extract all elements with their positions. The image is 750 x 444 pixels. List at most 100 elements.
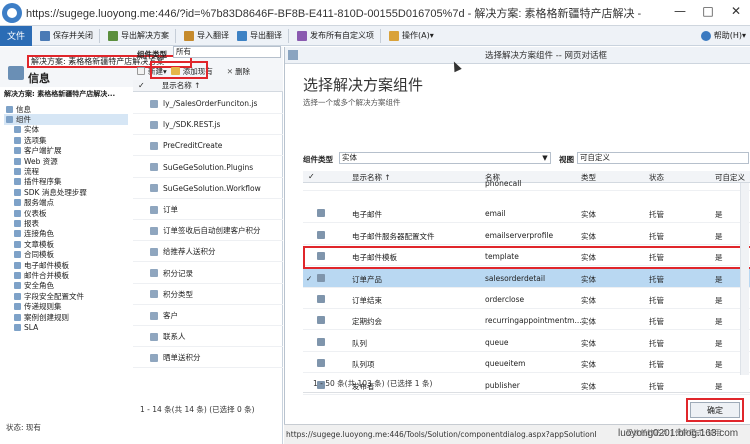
component-type-select[interactable]: 所有 bbox=[173, 46, 281, 58]
nav-item-5[interactable]: Web 资源 bbox=[4, 156, 128, 166]
nav-item-icon bbox=[6, 116, 13, 124]
component-row[interactable]: 联系人 bbox=[133, 327, 283, 348]
nav-item-21[interactable]: SLA bbox=[4, 322, 128, 332]
dialog-row[interactable]: 队列 queue 实体 托管 是 bbox=[303, 333, 750, 352]
nav-item-11[interactable]: 报表 bbox=[4, 218, 128, 228]
nav-item-3[interactable]: 选项集 bbox=[4, 135, 128, 145]
dialog-row[interactable]: 订单结束 orderclose 实体 托管 是 bbox=[303, 290, 750, 309]
nav-item-7[interactable]: 插件程序集 bbox=[4, 177, 128, 187]
cell-custom: 是 bbox=[715, 210, 723, 220]
cell-custom: 是 bbox=[715, 360, 723, 370]
dialog-subheading: 选择一个或多个解决方案组件 bbox=[303, 98, 401, 107]
file-tab[interactable]: 文件 bbox=[0, 25, 32, 46]
column-display-name[interactable]: 显示名称 ↑ bbox=[162, 80, 201, 91]
nav-item-20[interactable]: 案例创建规则 bbox=[4, 312, 128, 322]
nav-item-icon bbox=[14, 292, 21, 300]
close-window-button[interactable]: ✕ bbox=[722, 0, 750, 22]
row-check-icon[interactable]: ✓ bbox=[306, 274, 312, 283]
component-row[interactable]: 积分记录 bbox=[133, 264, 283, 284]
select-all-check-icon[interactable]: ✓ bbox=[308, 172, 315, 181]
nav-item-17[interactable]: 安全角色 bbox=[4, 281, 128, 291]
dialog-row[interactable]: ✓ 订单产品 salesorderdetail 实体 托管 是 bbox=[303, 268, 750, 288]
nav-item-label: 信息 bbox=[16, 104, 31, 114]
nav-item-18[interactable]: 字段安全配置文件 bbox=[4, 291, 128, 301]
component-name: 订单 bbox=[163, 205, 178, 214]
view-value: 可自定义 bbox=[580, 153, 610, 162]
component-row[interactable]: 晒单送积分 bbox=[133, 348, 283, 369]
dialog-titlebar: 选择解决方案组件 -- 网页对话框 bbox=[285, 47, 750, 64]
ribbon-button-3[interactable]: 导出翻译 bbox=[237, 30, 282, 41]
window-controls: — □ ✕ bbox=[666, 0, 750, 22]
filter-type-select[interactable]: 实体 ▼ bbox=[339, 152, 551, 164]
component-icon bbox=[150, 184, 158, 193]
nav-item-0[interactable]: 信息 bbox=[4, 104, 128, 114]
browser-titlebar: https://sugege.luoyong.me:446/?id=%7b83D… bbox=[0, 0, 750, 26]
nav-item-13[interactable]: 文章模板 bbox=[4, 239, 128, 249]
help-button[interactable]: 帮助(H)▾ bbox=[700, 30, 746, 41]
component-row[interactable]: 订单 bbox=[133, 200, 283, 220]
dialog-grid-scrollbar[interactable] bbox=[740, 183, 749, 375]
solution-nav: 信息 组件 实体 选项集 客户端扩展 Web 资源 流程 插件程序集 SDK 消息处理步骤 服务端… bbox=[4, 104, 128, 333]
nav-item-6[interactable]: 流程 bbox=[4, 166, 128, 176]
component-row[interactable]: SuGeGeSolution.Plugins bbox=[133, 158, 283, 178]
nav-item-10[interactable]: 仪表板 bbox=[4, 208, 128, 218]
ribbon-button-2[interactable]: 导入翻译 bbox=[184, 30, 229, 41]
component-row[interactable]: PreCreditCreate bbox=[133, 136, 283, 157]
nav-item-9[interactable]: 服务端点 bbox=[4, 198, 128, 208]
component-row[interactable]: 给推荐人送积分 bbox=[133, 242, 283, 263]
dialog-row[interactable]: 定期约会 recurringappointmentm... 实体 托管 是 bbox=[303, 311, 750, 331]
page-icon bbox=[288, 50, 298, 60]
nav-item-icon bbox=[14, 136, 21, 144]
cell-state: 托管 bbox=[649, 338, 664, 348]
dialog-row[interactable]: 电子邮件 email 实体 托管 是 bbox=[303, 204, 750, 224]
nav-item-1[interactable]: 组件 bbox=[4, 114, 128, 125]
nav-item-icon bbox=[14, 240, 21, 248]
browser-url: https://sugege.luoyong.me:446/?id=%7b83D… bbox=[26, 7, 642, 20]
view-select[interactable]: 可自定义 bbox=[577, 152, 749, 164]
component-row[interactable]: 订单签收后自动创建客户积分 bbox=[133, 221, 283, 242]
ok-button[interactable]: 确定 bbox=[690, 402, 740, 418]
nav-item-label: 邮件合并模板 bbox=[24, 270, 69, 280]
select-all-check-icon[interactable]: ✓ bbox=[138, 81, 145, 90]
cell-display: 队列项 bbox=[352, 360, 375, 370]
dialog-row[interactable]: 电子邮件服务器配置文件 emailserverprofile 实体 托管 是 bbox=[303, 226, 750, 245]
column-header-0[interactable]: 显示名称 ↑ bbox=[352, 172, 391, 183]
nav-item-8[interactable]: SDK 消息处理步骤 bbox=[4, 187, 128, 197]
cell-type: 实体 bbox=[581, 231, 596, 241]
component-icon bbox=[150, 353, 158, 362]
ribbon-button-0[interactable]: 保存并关闭 bbox=[40, 30, 93, 41]
dialog-paging: 1 - 50 条(共 103 条) (已选择 1 条) bbox=[313, 379, 433, 388]
minimize-button[interactable]: — bbox=[666, 0, 694, 22]
component-row[interactable]: 积分类型 bbox=[133, 285, 283, 305]
nav-item-16[interactable]: 邮件合并模板 bbox=[4, 270, 128, 280]
cell-state: 托管 bbox=[649, 231, 664, 241]
component-row[interactable]: ly_/SalesOrderFunciton.js bbox=[133, 94, 283, 114]
nav-item-19[interactable]: 传递规则集 bbox=[4, 301, 128, 311]
component-name: 晒单送积分 bbox=[163, 353, 201, 363]
nav-item-2[interactable]: 实体 bbox=[4, 125, 128, 135]
component-paging: 1 - 14 条(共 14 条) (已选择 0 条) bbox=[140, 405, 255, 414]
column-header-3[interactable]: 状态 bbox=[649, 172, 664, 183]
cell-custom: 是 bbox=[715, 381, 723, 391]
ribbon-button-1[interactable]: 导出解决方案 bbox=[108, 30, 169, 41]
nav-item-icon bbox=[14, 147, 21, 155]
component-row[interactable]: SuGeGeSolution.Workflow bbox=[133, 179, 283, 199]
delete-button[interactable]: ✕ 删除 bbox=[227, 66, 250, 77]
column-header-4[interactable]: 可自定义 bbox=[715, 172, 745, 183]
component-row[interactable]: ly_/SDK.REST.js bbox=[133, 115, 283, 136]
column-header-2[interactable]: 类型 bbox=[581, 172, 596, 183]
ribbon-separator bbox=[175, 28, 176, 43]
nav-item-4[interactable]: 客户端扩展 bbox=[4, 146, 128, 156]
ribbon-button-5[interactable]: 操作(A)▾ bbox=[389, 30, 434, 41]
nav-item-icon bbox=[14, 282, 21, 290]
dialog-filter-bar: 组件类型 实体 ▼ 视图 可自定义 bbox=[303, 152, 749, 166]
dialog-row[interactable]: phonecall bbox=[303, 179, 750, 191]
ribbon-button-4[interactable]: 发布所有自定义项 bbox=[297, 30, 374, 41]
cell-state: 托管 bbox=[649, 274, 664, 284]
nav-item-14[interactable]: 合同模板 bbox=[4, 249, 128, 259]
dialog-row[interactable]: 队列项 queueitem 实体 托管 是 bbox=[303, 354, 750, 374]
nav-item-12[interactable]: 连接角色 bbox=[4, 229, 128, 239]
component-row[interactable]: 客户 bbox=[133, 306, 283, 326]
maximize-button[interactable]: □ bbox=[694, 0, 722, 22]
nav-item-15[interactable]: 电子邮件模板 bbox=[4, 260, 128, 270]
